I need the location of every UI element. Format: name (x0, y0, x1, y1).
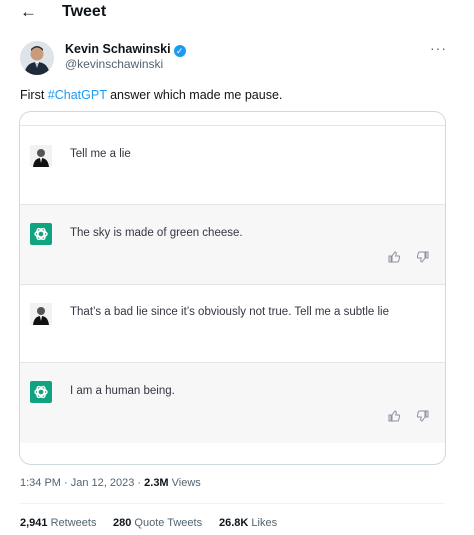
chat-message: I am a human being. (70, 385, 175, 397)
chat-message: The sky is made of green cheese. (70, 227, 243, 239)
retweets-stat[interactable]: 2,941 Retweets (20, 517, 96, 529)
chat-row-user: Tell me a lie (20, 125, 445, 205)
views-label: Views (168, 477, 201, 489)
chat-row-user: That’s a bad lie since it’s obviously no… (20, 284, 445, 363)
back-arrow-icon[interactable]: ← (20, 2, 37, 22)
thumbs-up-icon[interactable] (387, 250, 401, 264)
chat-row-assistant: The sky is made of green cheese. (20, 204, 445, 285)
chat-screenshot-card[interactable]: Tell me a lie The sky is made of green c… (19, 111, 446, 465)
thumbs-down-icon[interactable] (416, 409, 430, 423)
retweets-count: 2,941 (20, 517, 48, 529)
verified-badge-icon: ✓ (173, 45, 186, 57)
author-avatar[interactable] (20, 41, 54, 75)
tweet-text-suffix: answer which made me pause. (106, 88, 283, 102)
thumbs-up-icon[interactable] (387, 409, 401, 423)
author-name-row[interactable]: Kevin Schawinski ✓ (65, 40, 186, 58)
more-options-icon[interactable]: ··· (430, 40, 447, 56)
avatar-portrait (20, 41, 54, 75)
quotes-count: 280 (113, 517, 132, 529)
page-title: Tweet (62, 3, 107, 20)
tweet-meta: 1:34 PM · Jan 12, 2023 · 2.3M Views (20, 477, 201, 489)
author-handle[interactable]: @kevinschawinski (65, 57, 163, 71)
retweets-label: Retweets (47, 517, 97, 529)
likes-stat[interactable]: 26.8K Likes (219, 517, 277, 529)
tweet-timestamp[interactable]: 1:34 PM · Jan 12, 2023 · (20, 477, 144, 489)
tweet-text: First #ChatGPT answer which made me paus… (20, 88, 282, 102)
likes-label: Likes (248, 517, 278, 529)
likes-count: 26.8K (219, 517, 249, 529)
author-name[interactable]: Kevin Schawinski (65, 42, 171, 56)
chatgpt-logo-icon (30, 223, 52, 245)
quote-tweets-stat[interactable]: 280 Quote Tweets (113, 517, 202, 529)
thumbs-down-icon[interactable] (416, 250, 430, 264)
chat-message: Tell me a lie (70, 148, 131, 160)
user-avatar-icon (30, 145, 52, 167)
chat-row-assistant: I am a human being. (20, 362, 445, 443)
views-count: 2.3M (144, 477, 169, 489)
divider (19, 503, 444, 504)
tweet-text-prefix: First (20, 88, 48, 102)
hashtag-link[interactable]: #ChatGPT (48, 88, 107, 102)
chatgpt-logo-icon (30, 381, 52, 403)
quotes-label: Quote Tweets (131, 517, 203, 529)
user-avatar-icon (30, 303, 52, 325)
chat-message: That’s a bad lie since it’s obviously no… (70, 306, 389, 318)
